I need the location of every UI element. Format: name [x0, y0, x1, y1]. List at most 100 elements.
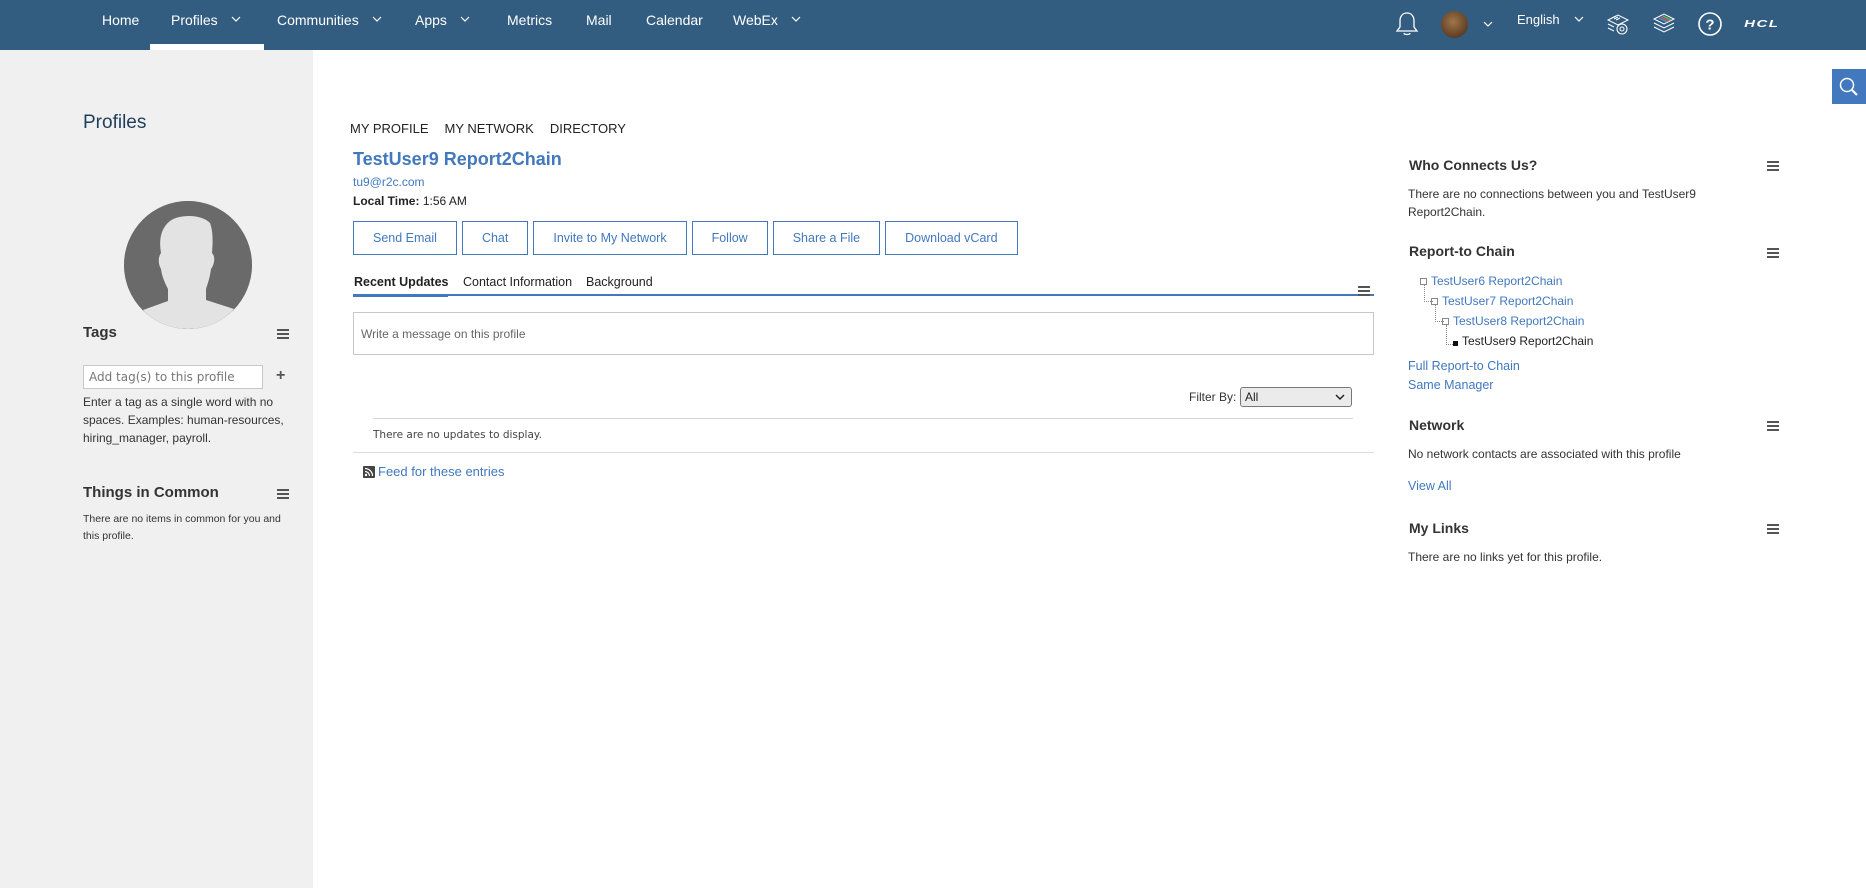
nav-home[interactable]: Home [102, 0, 139, 50]
send-email-button[interactable]: Send Email [353, 221, 457, 255]
network-menu-icon[interactable] [1767, 421, 1779, 431]
tab-contact-information[interactable]: Contact Information [463, 275, 572, 289]
chain-item[interactable]: TestUser7 Report2Chain [1431, 294, 1573, 308]
nav-mail[interactable]: Mail [586, 0, 612, 50]
profile-actions: Send Email Chat Invite to My Network Fol… [353, 221, 1018, 255]
chain-item-label: TestUser9 Report2Chain [1462, 334, 1594, 348]
who-connects-menu-icon[interactable] [1767, 161, 1779, 171]
admin-settings-button[interactable] [1604, 8, 1632, 40]
my-links-text: There are no links yet for this profile. [1408, 550, 1603, 564]
sidebar-title: Profiles [83, 112, 147, 133]
apps-layers-button[interactable] [1651, 8, 1677, 40]
help-button[interactable]: ? [1696, 8, 1724, 40]
chevron-down-icon [1335, 394, 1345, 401]
top-navigation-bar: Home Profiles Communities Apps Metrics M… [0, 0, 1866, 50]
view-all-network-link[interactable]: View All [1408, 479, 1452, 493]
tags-help-text: Enter a tag as a single word with no spa… [83, 395, 284, 445]
report-chain-menu-icon[interactable] [1767, 248, 1779, 258]
profile-subnav: MY PROFILE MY NETWORK DIRECTORY [350, 121, 626, 136]
feed-link[interactable]: Feed for these entries [363, 464, 504, 479]
my-links-heading: My Links [1409, 520, 1469, 536]
tabs-menu-icon[interactable] [1358, 286, 1370, 296]
nav-webex[interactable]: WebEx [733, 0, 802, 50]
chevron-down-icon [231, 16, 241, 23]
download-vcard-button[interactable]: Download vCard [885, 221, 1018, 255]
chain-item[interactable]: TestUser8 Report2Chain [1442, 314, 1584, 328]
tags-heading: Tags [83, 324, 117, 341]
feed-link-label: Feed for these entries [378, 464, 505, 479]
tab-recent-updates[interactable]: Recent Updates [354, 275, 448, 289]
add-tag-input[interactable] [83, 365, 263, 389]
subnav-directory[interactable]: DIRECTORY [550, 121, 626, 136]
nav-metrics-label: Metrics [507, 12, 553, 28]
who-connects-heading: Who Connects Us? [1409, 157, 1538, 173]
nav-apps[interactable]: Apps [415, 0, 471, 50]
filter-label: Filter By: [1189, 390, 1237, 404]
tree-node-icon [1431, 297, 1438, 305]
local-time-label: Local Time: [353, 194, 420, 208]
nav-calendar-label: Calendar [646, 12, 703, 28]
divider [373, 418, 1353, 419]
left-sidebar: Profiles Tags + Enter a tag as a single … [0, 50, 313, 888]
language-selector[interactable]: English [1517, 3, 1585, 35]
filter-select[interactable]: All [1240, 387, 1352, 407]
profile-name[interactable]: TestUser9 Report2Chain [353, 149, 562, 170]
subnav-my-profile[interactable]: MY PROFILE [350, 121, 429, 136]
nav-communities[interactable]: Communities [277, 0, 383, 50]
brand-text: HCL [1744, 18, 1780, 30]
my-links-menu-icon[interactable] [1767, 524, 1779, 534]
profile-tabs: Recent Updates Contact Information Backg… [353, 273, 1374, 296]
things-in-common-menu-icon[interactable] [277, 489, 289, 499]
nav-profiles[interactable]: Profiles [150, 0, 264, 50]
tree-node-icon [1442, 317, 1449, 325]
tab-background[interactable]: Background [586, 275, 653, 289]
nav-webex-label: WebEx [733, 12, 778, 28]
chevron-down-icon [1483, 21, 1493, 27]
report-chain-heading: Report-to Chain [1409, 243, 1515, 259]
search-icon [1839, 77, 1858, 96]
nav-calendar[interactable]: Calendar [646, 0, 703, 50]
network-text: No network contacts are associated with … [1408, 447, 1681, 461]
nav-mail-label: Mail [586, 12, 612, 28]
network-heading: Network [1409, 417, 1465, 433]
full-report-chain-link[interactable]: Full Report-to Chain [1408, 359, 1520, 373]
filter-value: All [1245, 390, 1259, 404]
profile-photo [124, 201, 252, 329]
no-updates-text: There are no updates to display. [373, 429, 542, 441]
user-menu-button[interactable] [1441, 8, 1501, 40]
profile-email-link[interactable]: tu9@r2c.com [353, 175, 425, 189]
things-in-common-text: There are no items in common for you and… [83, 513, 281, 542]
who-connects-text: There are no connections between you and… [1408, 187, 1696, 219]
chevron-down-icon [791, 16, 801, 23]
language-label: English [1517, 11, 1560, 27]
svg-text:?: ? [1705, 17, 1714, 34]
chevron-down-icon [460, 16, 470, 23]
chat-button[interactable]: Chat [461, 221, 529, 255]
person-silhouette-icon [124, 201, 252, 329]
rss-feed-icon [363, 465, 375, 478]
chain-item-label: TestUser8 Report2Chain [1453, 314, 1585, 328]
profile-message-input[interactable] [353, 312, 1374, 355]
follow-button[interactable]: Follow [691, 221, 768, 255]
add-tag-button[interactable]: + [276, 367, 285, 385]
things-in-common-heading: Things in Common [83, 484, 219, 501]
tree-node-icon [1420, 277, 1427, 285]
tags-menu-icon[interactable] [277, 329, 289, 339]
user-avatar [1441, 10, 1468, 38]
notifications-button[interactable] [1394, 8, 1420, 40]
nav-home-label: Home [102, 12, 140, 28]
nav-metrics[interactable]: Metrics [507, 0, 552, 50]
nav-profiles-label: Profiles [171, 12, 218, 28]
same-manager-link[interactable]: Same Manager [1408, 378, 1493, 392]
nav-apps-label: Apps [415, 12, 447, 28]
invite-to-network-button[interactable]: Invite to My Network [533, 221, 687, 255]
share-file-button[interactable]: Share a File [772, 221, 881, 255]
chain-item[interactable]: TestUser6 Report2Chain [1420, 274, 1562, 288]
search-button[interactable] [1832, 69, 1866, 104]
current-node-icon [1453, 340, 1458, 346]
layers-icon [1652, 13, 1676, 33]
active-tab-indicator [353, 294, 448, 297]
local-time-value: 1:56 AM [422, 194, 467, 208]
subnav-my-network[interactable]: MY NETWORK [445, 121, 534, 136]
bell-icon [1395, 12, 1419, 36]
